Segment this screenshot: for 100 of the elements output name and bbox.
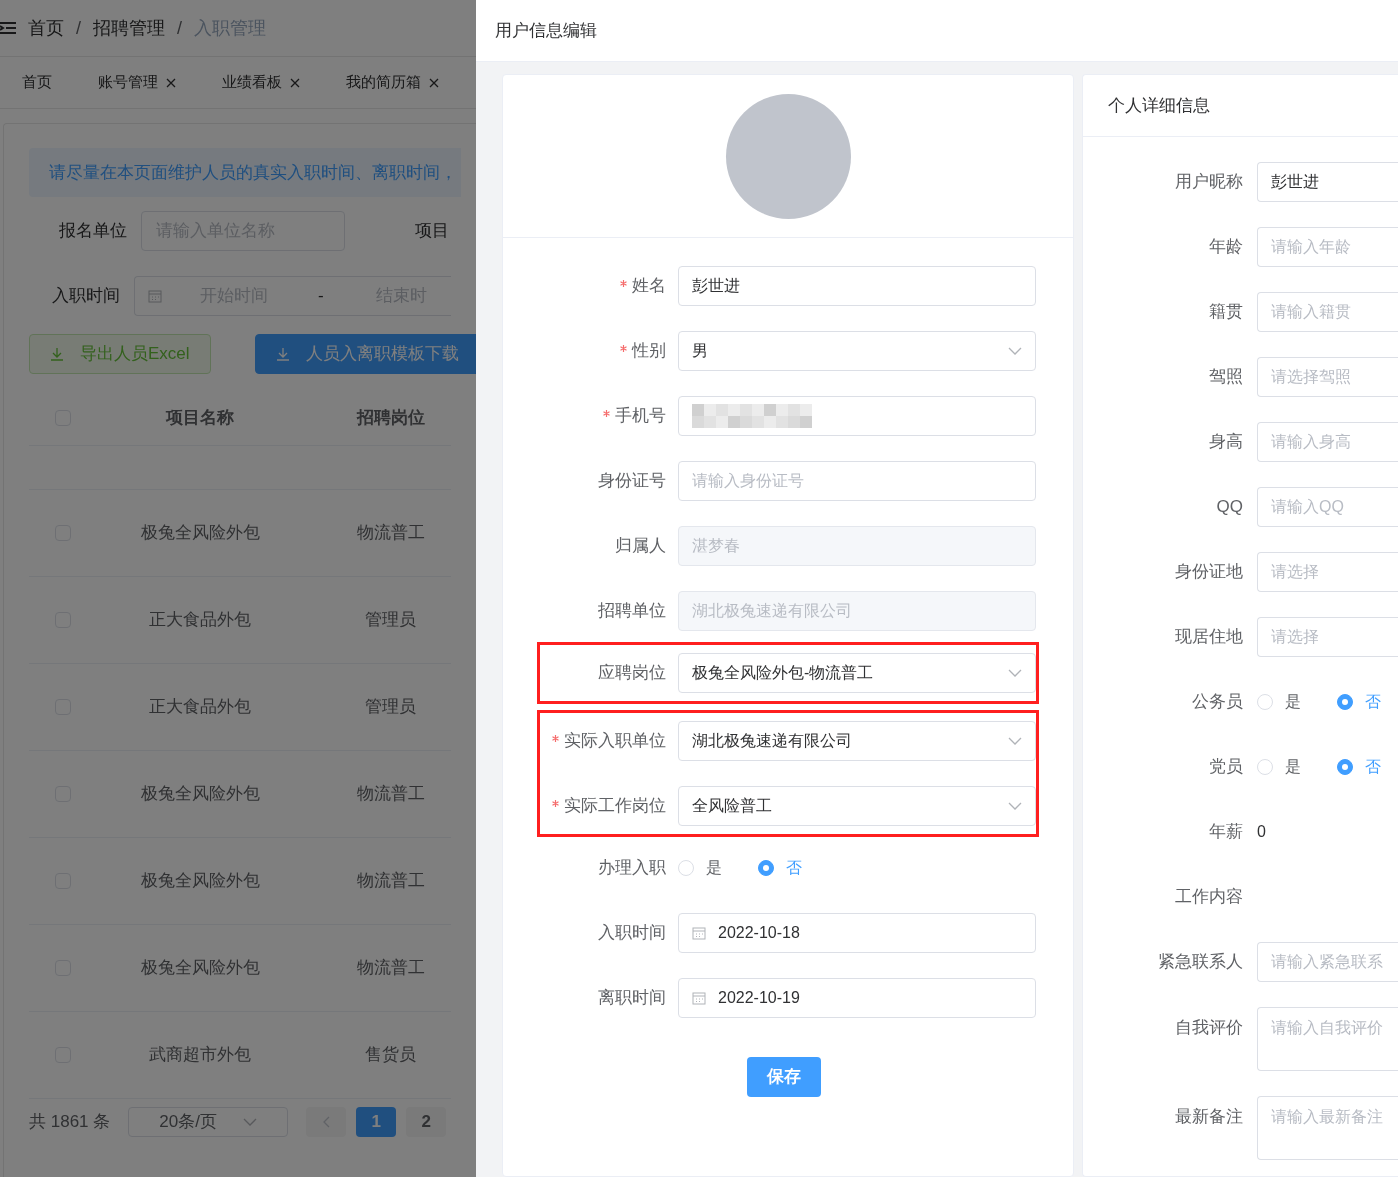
text-field[interactable]: 彭世进 (678, 266, 1036, 306)
chevron-down-icon (243, 1118, 258, 1126)
table-cell-text: 极兔全风险外包 (139, 870, 261, 893)
page-tab[interactable]: 业绩看板 (222, 71, 282, 94)
field-label: 自我评价 (1174, 1017, 1244, 1039)
download-icon (275, 347, 290, 361)
page-button[interactable]: 2 (406, 1107, 447, 1137)
select-field[interactable]: 极兔全风险外包-物流普工 (678, 653, 1036, 693)
breadcrumb-item[interactable]: 招聘管理 (93, 14, 165, 42)
select-field[interactable]: 全风险普工 (678, 786, 1036, 826)
previous-page-button[interactable] (306, 1107, 347, 1137)
column-header: 项目名称 (164, 406, 236, 429)
select-field[interactable]: 男 (678, 331, 1036, 371)
breadcrumb-separator: / (177, 16, 183, 40)
field-label: 年薪 (1208, 821, 1244, 844)
close-icon[interactable] (429, 77, 439, 88)
field-label: 身份证号 (598, 470, 666, 493)
field-label: 手机号 (615, 405, 666, 428)
disabled-field: 湖北极兔速递有限公司 (678, 591, 1036, 631)
text-field[interactable]: 请选择 (1257, 617, 1398, 657)
radio-option[interactable]: 是 (1257, 690, 1301, 714)
field-label: 应聘岗位 (598, 662, 666, 685)
text-field[interactable]: 请选择驾照 (1257, 357, 1398, 397)
table-cell-text: 极兔全风险外包 (139, 783, 261, 806)
text-field[interactable]: 彭世进 (1257, 162, 1398, 202)
field-label: 实际入职单位 (564, 730, 666, 753)
select-value: 全风险普工 (692, 796, 772, 816)
select-value: 湖北极兔速递有限公司 (692, 731, 852, 751)
text-field[interactable]: 请输入身高 (1257, 422, 1398, 462)
select-value: 男 (692, 341, 708, 361)
menu-icon[interactable] (0, 21, 16, 35)
field-label: 归属人 (615, 535, 666, 558)
text-field[interactable]: 请输入紧急联系 (1257, 942, 1398, 982)
field-value: 0 (1257, 822, 1267, 842)
field-label: 年龄 (1208, 236, 1244, 259)
export-button[interactable]: 导出人员Excel (29, 334, 211, 374)
date-field[interactable]: 2022-10-18 (678, 913, 1036, 953)
field-label: 办理入职 (598, 857, 666, 880)
table-cell-text: 管理员 (364, 696, 418, 719)
textarea-field[interactable]: 请输入最新备注 (1257, 1096, 1398, 1160)
total-count: 共 1861 条 (29, 1111, 111, 1134)
chevron-down-icon (1008, 802, 1022, 810)
breadcrumb-separator: / (76, 16, 81, 40)
breadcrumb-item[interactable]: 首页 (28, 14, 64, 42)
card-title: 个人详细信息 (1108, 94, 1210, 117)
page-tab[interactable]: 账号管理 (98, 71, 158, 94)
table-cell-text: 正大食品外包 (148, 609, 253, 632)
select-value: 极兔全风险外包-物流普工 (692, 663, 874, 683)
save-button[interactable]: 保存 (747, 1057, 821, 1097)
text-field[interactable]: 请输入身份证号 (678, 461, 1036, 501)
table-cell-text: 武商超市外包 (148, 1044, 253, 1067)
close-icon[interactable] (166, 77, 176, 88)
field-label: 姓名 (632, 275, 666, 298)
table-cell-text: 物流普工 (355, 957, 426, 980)
textarea-field[interactable]: 请输入自我评价 (1257, 1007, 1398, 1071)
field-label: 党员 (1208, 756, 1244, 779)
text-field[interactable]: 请输入年龄 (1257, 227, 1398, 267)
table-cell-text: 正大食品外包 (148, 696, 253, 719)
text-field[interactable]: 请输入籍贯 (1257, 292, 1398, 332)
text-field[interactable]: 请输入QQ (1257, 487, 1398, 527)
table-cell-text: 物流普工 (355, 870, 426, 893)
radio-option[interactable]: 是 (678, 856, 722, 880)
field-label: 最新备注 (1174, 1106, 1244, 1128)
radio-option[interactable]: 是 (1257, 755, 1301, 779)
filter-label: 报名单位 (58, 220, 128, 243)
field-label: QQ (1215, 496, 1244, 519)
close-icon[interactable] (290, 77, 300, 88)
text-field[interactable] (678, 396, 1036, 436)
notice-banner: 请尽量在本页面维护人员的真实入职时间、离职时间， (29, 148, 461, 197)
field-label: 身份证地 (1174, 561, 1244, 584)
page-size-select[interactable]: 20条/页 (128, 1107, 289, 1137)
filter-label: 项目 (415, 220, 449, 243)
field-label: 现居住地 (1174, 626, 1244, 649)
text-field[interactable]: 请选择 (1257, 552, 1398, 592)
date-value: 2022-10-18 (718, 923, 800, 943)
range-separator: - (318, 285, 324, 308)
field-label: 籍贯 (1208, 301, 1244, 324)
table-cell-text: 极兔全风险外包 (139, 957, 261, 980)
field-label: 招聘单位 (598, 600, 666, 623)
export-button[interactable]: 人员入离职模板下载 (254, 334, 476, 374)
field-label: 性别 (632, 340, 666, 363)
page-button[interactable]: 1 (356, 1107, 397, 1137)
calendar-icon (692, 926, 706, 940)
field-label: 驾照 (1208, 366, 1244, 389)
date-field[interactable]: 2022-10-19 (678, 978, 1036, 1018)
field-label: 入职时间 (598, 922, 666, 945)
page-tab[interactable]: 我的简历箱 (346, 71, 421, 94)
table-cell-text: 售货员 (364, 1044, 418, 1067)
field-label: 用户昵称 (1174, 171, 1244, 194)
calendar-icon (692, 991, 706, 1005)
chevron-left-icon (322, 1116, 331, 1128)
select-field[interactable]: 湖北极兔速递有限公司 (678, 721, 1036, 761)
table-cell-text: 物流普工 (355, 522, 426, 545)
field-label: 实际工作岗位 (564, 795, 666, 818)
table-cell-text: 极兔全风险外包 (139, 522, 261, 545)
page-tab[interactable]: 首页 (22, 71, 52, 94)
radio-option[interactable]: 否 (758, 856, 802, 880)
radio-option[interactable]: 否 (1337, 690, 1381, 714)
radio-option[interactable]: 否 (1337, 755, 1381, 779)
field-label: 离职时间 (598, 987, 666, 1010)
